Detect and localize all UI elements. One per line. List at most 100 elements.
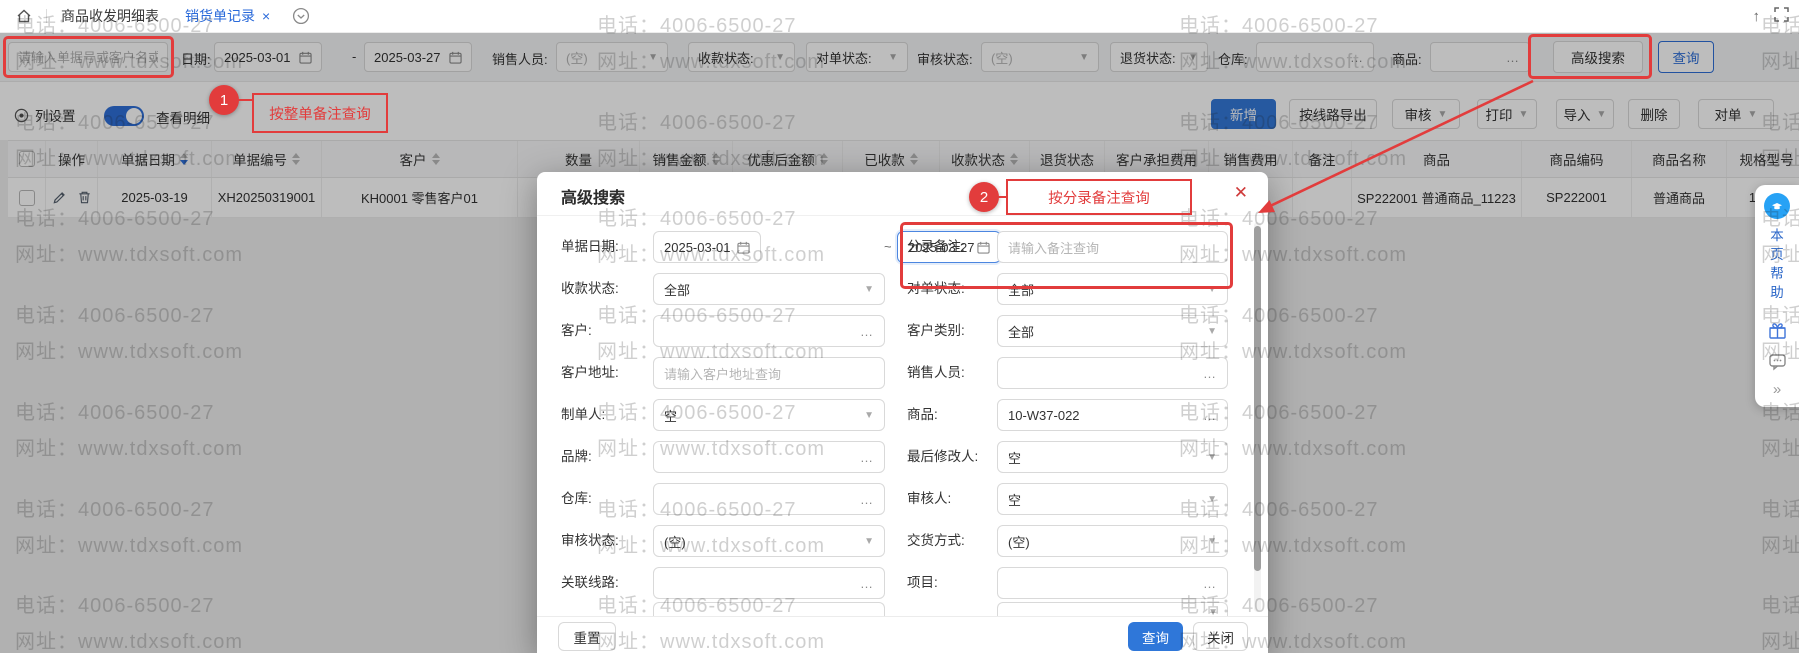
modal-select[interactable]: 空▼ <box>997 483 1228 515</box>
modal-select[interactable]: (空) ▼ <box>653 525 885 557</box>
calendar-icon <box>737 241 750 254</box>
chevron-down-icon: ▼ <box>1207 284 1217 295</box>
modal-field-label: 品牌: <box>561 441 592 473</box>
scrollbar-thumb[interactable] <box>1254 226 1261 571</box>
chevron-down-icon: ▼ <box>1207 452 1217 463</box>
field-value: 全部 <box>1008 322 1034 341</box>
modal-field-label: 最后修改人: <box>907 441 978 473</box>
ellipsis-icon: … <box>860 492 874 507</box>
tab-goods-receipt-detail[interactable]: 商品收发明细表 <box>61 6 159 26</box>
modal-field-label: 交货方式: <box>907 525 965 557</box>
ellipsis-icon: … <box>860 576 874 591</box>
advanced-search-modal: 高级搜索 ✕ 单据日期: 2025-03-01~2025-03-27 分录备注: 请输… <box>537 172 1268 653</box>
modal-select[interactable]: 全部 ▼ <box>997 315 1228 347</box>
tab-history-icon[interactable] <box>292 7 310 25</box>
close-tab-icon[interactable]: × <box>262 8 270 24</box>
modal-footer: 重置 查询 关闭 <box>537 616 1268 653</box>
range-separator: ~ <box>884 231 892 263</box>
top-tab-bar: 商品收发明细表 销货单记录 × ↑ <box>0 0 1799 33</box>
page-help-icon[interactable] <box>1764 193 1790 219</box>
chevron-down-icon: ▼ <box>1207 536 1217 547</box>
modal-field-label: 客户地址: <box>561 357 619 389</box>
modal-field-label: 单据日期: <box>561 231 619 263</box>
field-value: 空 <box>1008 448 1021 467</box>
ellipsis-icon: … <box>1203 408 1217 423</box>
scroll-top-icon[interactable]: ↑ <box>1753 8 1761 25</box>
modal-field-label: 客户: <box>561 315 592 347</box>
field-value: 空 <box>1008 490 1021 509</box>
ellipsis-icon: … <box>1203 366 1217 381</box>
app-window: 商品收发明细表销货单记录× ↑ 日期: 2025-03-01 - 2025-03… <box>0 0 1799 653</box>
partial-select: ▼ <box>997 602 1228 616</box>
modal-field-label: 仓库: <box>561 483 592 515</box>
tab-label: 销货单记录 <box>185 6 255 26</box>
field-value: (空) <box>664 532 686 551</box>
chevron-down-icon: ▼ <box>864 410 874 421</box>
ellipsis-icon: … <box>860 450 874 465</box>
modal-select[interactable]: 空▼ <box>997 441 1228 473</box>
chevron-down-icon: ▼ <box>1207 494 1217 505</box>
side-helper-panel: 本页帮助 » <box>1755 185 1799 407</box>
modal-lookup-input[interactable]: … <box>653 483 885 515</box>
modal-field-label: 制单人: <box>561 399 605 431</box>
modal-form-row: 单据日期: 2025-03-01~2025-03-27 分录备注: 请输入备注查询 <box>537 231 1268 263</box>
field-value: 10-W37-022 <box>1008 408 1080 423</box>
ellipsis-icon: … <box>1203 576 1217 591</box>
reset-button[interactable]: 重置 <box>558 622 616 651</box>
chevron-down-icon: ▼ <box>864 284 874 295</box>
divider <box>46 9 47 23</box>
modal-date-range: 2025-03-01~2025-03-27 <box>653 231 885 263</box>
home-icon[interactable] <box>16 8 32 24</box>
field-value: 请输入客户地址查询 <box>664 364 781 383</box>
modal-lookup-input[interactable]: … <box>653 315 885 347</box>
calendar-icon <box>977 241 990 254</box>
fullscreen-icon[interactable] <box>1774 7 1789 27</box>
modal-query-button[interactable]: 查询 <box>1128 622 1183 651</box>
modal-lookup-input[interactable]: … <box>997 357 1228 389</box>
modal-form-row: 制单人:空▼商品:10-W37-022… <box>537 399 1268 431</box>
modal-text-input[interactable]: 请输入备注查询 <box>997 231 1228 263</box>
field-value: (空) <box>1008 532 1030 551</box>
modal-form-row: 收款状态:全部▼对单状态:全部▼ <box>537 273 1268 305</box>
tab-sales-records[interactable]: 销货单记录 × <box>185 6 270 26</box>
modal-select[interactable]: 全部▼ <box>653 273 885 305</box>
modal-close-button[interactable]: 关闭 <box>1193 622 1248 651</box>
gift-icon[interactable] <box>1768 321 1787 345</box>
page-help-label[interactable]: 本页帮助 <box>1770 226 1784 302</box>
modal-form-row: 关联线路: … 项目: … <box>537 567 1268 599</box>
modal-select[interactable]: 空▼ <box>653 399 885 431</box>
field-value: 空 <box>664 406 677 425</box>
modal-field-label: 项目: <box>907 567 938 599</box>
divider <box>1765 311 1789 312</box>
modal-field-label: 关联线路: <box>561 567 619 599</box>
modal-select[interactable]: (空) ▼ <box>997 525 1228 557</box>
chevron-down-icon: ▼ <box>1207 326 1217 337</box>
modal-title: 高级搜索 <box>561 184 625 208</box>
modal-lookup-input[interactable]: 10-W37-022 … <box>997 399 1228 431</box>
modal-lookup-input[interactable]: … <box>653 441 885 473</box>
modal-select[interactable]: 全部 ▼ <box>997 273 1228 305</box>
collapse-panel-icon[interactable]: » <box>1773 383 1781 397</box>
modal-field-label: 商品: <box>907 399 938 431</box>
tab-label: 商品收发明细表 <box>61 6 159 26</box>
modal-field-label: 销售人员: <box>907 357 965 389</box>
modal-field-label: 审核人: <box>907 483 951 515</box>
modal-form-row: 仓库:…审核人:空▼ <box>537 483 1268 515</box>
modal-lookup-input[interactable]: … <box>997 567 1228 599</box>
modal-field-label: 客户类别: <box>907 315 965 347</box>
modal-text-input[interactable]: 请输入客户地址查询 <box>653 357 885 389</box>
modal-lookup-input[interactable]: … <box>653 567 885 599</box>
feedback-chat-icon[interactable] <box>1768 352 1787 376</box>
modal-scrollbar[interactable] <box>1254 222 1261 612</box>
modal-field-label: 分录备注: <box>907 231 965 263</box>
chevron-down-icon: ▼ <box>864 536 874 547</box>
field-value: 请输入备注查询 <box>1008 238 1099 257</box>
modal-form-row: 审核状态:(空)▼交货方式:(空)▼ <box>537 525 1268 557</box>
modal-form-row: 客户: … 客户类别: 全部 ▼ <box>537 315 1268 347</box>
topbar-right-icons: ↑ <box>1753 0 1790 33</box>
modal-date-from-input[interactable]: 2025-03-01 <box>653 231 761 263</box>
close-icon[interactable]: ✕ <box>1234 183 1248 203</box>
field-value: 全部 <box>1008 280 1034 299</box>
modal-field-label: 收款状态: <box>561 273 619 305</box>
modal-form-row: 品牌:…最后修改人:空▼ <box>537 441 1268 473</box>
